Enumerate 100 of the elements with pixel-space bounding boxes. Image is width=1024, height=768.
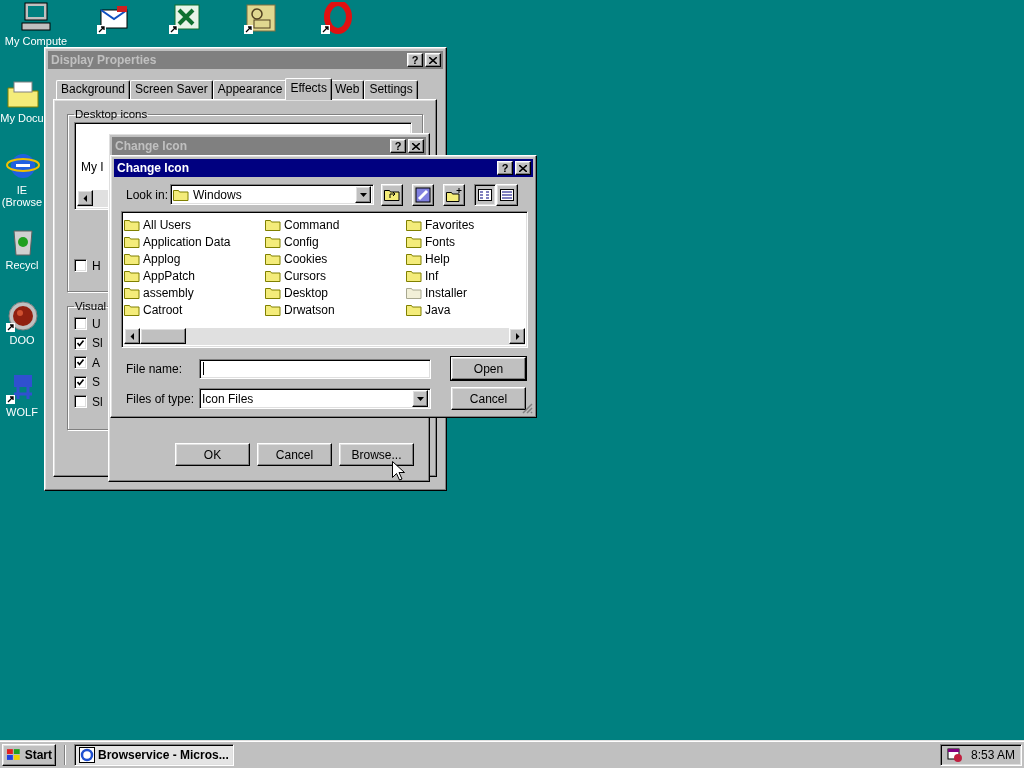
files-of-type-dropdown[interactable]: Icon Files [199, 388, 431, 409]
file-item[interactable]: Java [406, 301, 547, 318]
checkbox-label: S [92, 375, 100, 390]
window-title: Display Properties [51, 53, 158, 67]
checkbox[interactable] [74, 375, 87, 389]
icon-label: My Docu [0, 112, 44, 124]
checkbox[interactable] [74, 336, 87, 350]
new-folder-icon [446, 187, 462, 202]
dialog-button[interactable]: Cancel [257, 443, 332, 466]
files-of-type-label: Files of type: [126, 391, 196, 406]
icon-label: WOLF [5, 406, 39, 418]
folder-icon [265, 252, 281, 265]
tab[interactable]: Background [56, 80, 131, 99]
folder-icon [406, 286, 422, 299]
checkbox-label: Sl [92, 336, 103, 351]
checkbox-label: U [92, 316, 101, 331]
desktop-icon[interactable] [6, 300, 40, 332]
close-button[interactable] [515, 161, 531, 175]
up-folder-button[interactable] [381, 183, 403, 206]
look-in-dropdown[interactable]: Windows [170, 184, 374, 205]
dialog-button[interactable]: OK [175, 443, 250, 466]
checkbox-label: Sl [92, 394, 103, 409]
file-name-field[interactable] [199, 358, 431, 379]
folder-icon [124, 286, 140, 299]
scroll-left-button[interactable] [124, 328, 140, 344]
left-arrow-icon [81, 194, 89, 202]
checkmark-icon [77, 359, 84, 367]
file-item[interactable]: Drwatson [265, 301, 406, 318]
resize-grip-icon[interactable] [522, 403, 533, 414]
folder-icon [406, 218, 422, 231]
file-item[interactable]: assembly [124, 284, 265, 301]
file-item[interactable]: Fonts [406, 233, 547, 250]
icon-label: Recycl [4, 259, 40, 271]
file-item[interactable]: Help [406, 250, 547, 267]
file-item[interactable]: AppPatch [124, 267, 265, 284]
new-folder-button[interactable] [443, 183, 465, 206]
checkbox-label: H [92, 258, 101, 273]
file-item[interactable]: Command [265, 216, 406, 233]
help-button[interactable]: ? [390, 139, 406, 153]
start-button[interactable]: Start [2, 743, 56, 766]
close-icon [412, 142, 420, 150]
scroll-right-button[interactable] [509, 328, 525, 344]
taskbar-button[interactable]: Browservice - Micros... [74, 743, 234, 766]
checkbox[interactable] [74, 317, 87, 331]
folder-icon [406, 235, 422, 248]
folder-icon [265, 218, 281, 231]
folder-icon [406, 269, 422, 282]
folder-icon [124, 303, 140, 316]
dropdown-arrow-icon [416, 395, 424, 402]
scroll-left-button[interactable] [77, 190, 93, 206]
desktop-icon[interactable] [19, 1, 53, 33]
list-view-button[interactable] [474, 183, 496, 206]
tab[interactable]: Screen Saver [130, 80, 213, 99]
group-title: Desktop icons [74, 108, 149, 120]
folder-icon [124, 218, 140, 231]
file-item[interactable]: Cookies [265, 250, 406, 267]
checkbox-label: A [92, 355, 100, 370]
help-button[interactable]: ? [497, 161, 513, 175]
scheduler-icon[interactable] [947, 746, 963, 763]
right-arrow-icon [513, 332, 521, 340]
desktop-icon[interactable] [169, 2, 203, 34]
folder-icon [124, 235, 140, 248]
file-item[interactable]: Cursors [265, 267, 406, 284]
file-item[interactable]: Desktop [265, 284, 406, 301]
clock[interactable]: 8:53 AM [971, 747, 1015, 762]
tab[interactable]: Effects [285, 78, 332, 100]
close-button[interactable] [408, 139, 424, 153]
file-item[interactable]: Favorites [406, 216, 547, 233]
checkmark-icon [77, 378, 84, 386]
folder-icon [406, 303, 422, 316]
file-item[interactable]: Inf [406, 267, 547, 284]
dialog-button[interactable]: Browse... [339, 443, 414, 466]
file-item[interactable]: All Users [124, 216, 265, 233]
folder-icon [265, 303, 281, 316]
folder-icon [124, 269, 140, 282]
checkbox[interactable] [74, 395, 87, 409]
desktop-icon[interactable] [244, 2, 278, 34]
tab[interactable]: Appearance [212, 80, 288, 99]
tab[interactable]: Settings [364, 80, 418, 99]
file-item[interactable]: Application Data [124, 233, 265, 250]
window-title: Change Icon [115, 139, 188, 153]
desktop-icon[interactable] [321, 2, 355, 34]
icon-label: IE (Browse [0, 184, 44, 208]
open-button[interactable]: Open [451, 357, 526, 380]
file-item[interactable]: Installer [406, 284, 547, 301]
folder-icon [265, 269, 281, 282]
file-item[interactable]: Config [265, 233, 406, 250]
icon-label: DOO [8, 334, 36, 346]
file-name-label: File name: [126, 361, 184, 376]
checkbox[interactable] [74, 356, 87, 370]
dropdown-arrow-icon [359, 191, 367, 198]
cancel-button[interactable]: Cancel [451, 387, 526, 410]
details-view-button[interactable] [496, 183, 518, 206]
look-in-label: Look in: [126, 187, 170, 202]
file-item[interactable]: Catroot [124, 301, 265, 318]
scroll-thumb[interactable] [140, 328, 186, 344]
close-button[interactable] [425, 53, 441, 67]
help-button[interactable]: ? [407, 53, 423, 67]
file-item[interactable]: Applog [124, 250, 265, 267]
checkbox[interactable] [74, 259, 87, 273]
